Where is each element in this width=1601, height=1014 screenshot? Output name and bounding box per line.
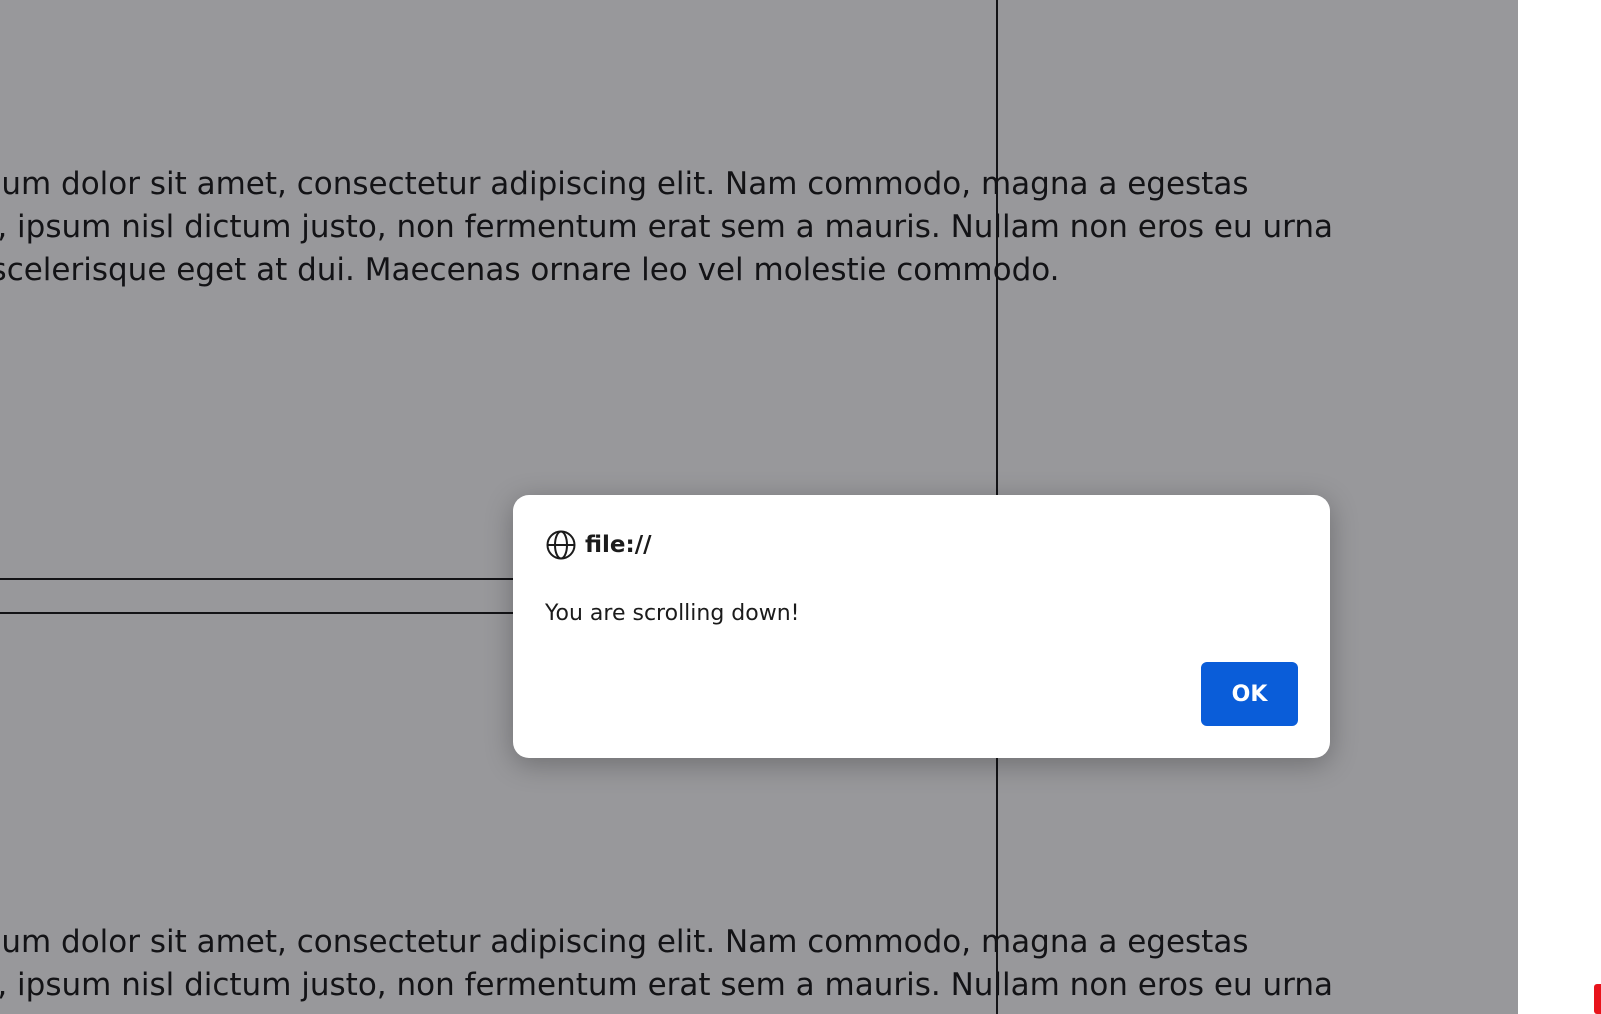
alert-dialog: file:// You are scrolling down! OK [513, 495, 1330, 758]
dialog-header: file:// [545, 529, 652, 561]
edge-marker [1594, 984, 1601, 1014]
globe-icon [546, 530, 576, 560]
browser-viewport: Lorem ipsum dolor sit amet, consectetur … [0, 0, 1601, 1014]
dialog-message: You are scrolling down! [545, 601, 800, 626]
ok-button[interactable]: OK [1201, 662, 1298, 726]
dialog-origin: file:// [585, 532, 652, 558]
